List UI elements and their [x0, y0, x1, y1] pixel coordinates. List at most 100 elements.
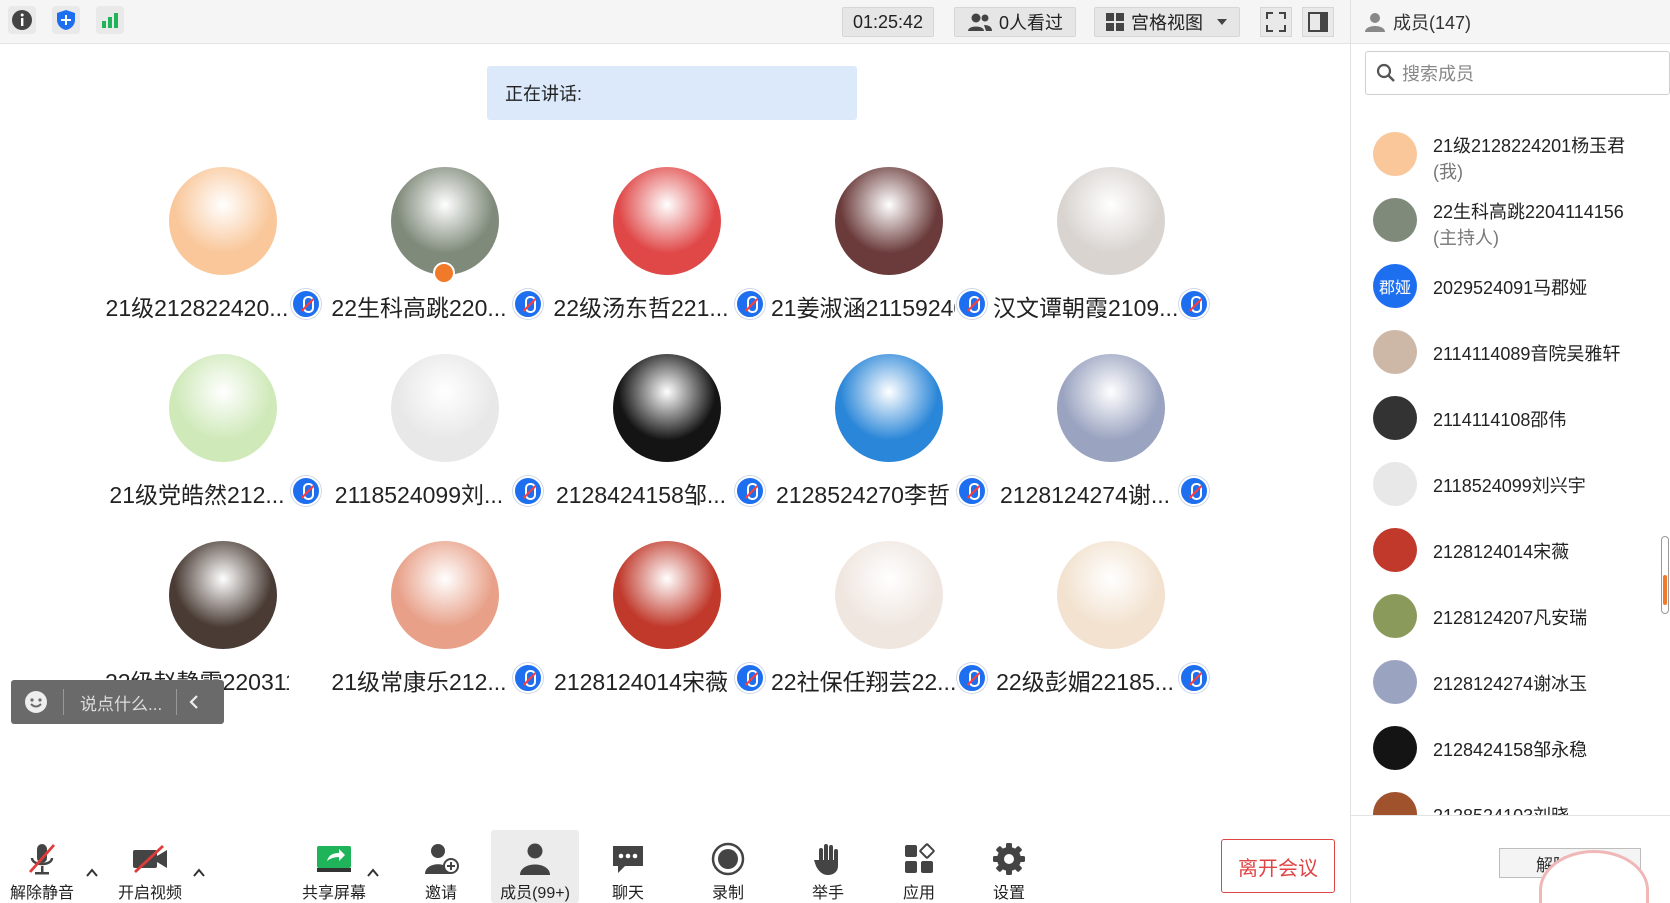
sidebar-toggle-icon[interactable] — [1302, 7, 1334, 37]
bottom-toolbar: 解除静音 开启视频 共享屏幕 邀请 成员(99+) 聊天 录制 举手 应用 设置… — [0, 830, 1350, 903]
unmute-button[interactable]: 解除静音 — [0, 830, 84, 903]
participant-name: 22社保任翔芸22... — [771, 669, 955, 695]
chat-bubble-icon — [608, 840, 648, 877]
meeting-app: 01:25:42 0人看过 宫格视图 正在讲话: 21级212822420...… — [0, 0, 1670, 903]
speaking-indicator: 正在讲话: — [487, 66, 857, 120]
participant-name: 21级党皓然212... — [109, 482, 285, 508]
participant-tile[interactable]: 汉文谭朝霞2109... — [993, 167, 1223, 337]
record-button[interactable]: 录制 — [693, 830, 763, 903]
participant-name: 22生科高跳220... — [331, 295, 507, 321]
participant-tile[interactable]: 2128424158邹... — [556, 354, 779, 524]
smile-icon[interactable] — [23, 689, 49, 715]
participant-tile[interactable]: 2118524099刘... — [335, 354, 557, 524]
member-row[interactable]: 2114114089音院吴雅轩 — [1373, 330, 1663, 390]
member-row[interactable]: 郡娅 2029524091马郡娅 — [1373, 264, 1663, 324]
raise-hand-button[interactable]: 举手 — [793, 830, 863, 903]
video-options-caret-icon[interactable] — [192, 866, 206, 880]
chat-button[interactable]: 聊天 — [593, 830, 663, 903]
member-row[interactable]: 2128124207凡安瑞 — [1373, 594, 1663, 654]
fullscreen-icon[interactable] — [1260, 7, 1292, 37]
member-avatar — [1373, 528, 1417, 572]
participant-tile[interactable]: 2128124014宋薇 — [554, 541, 779, 711]
record-icon — [708, 840, 748, 877]
member-avatar — [1373, 330, 1417, 374]
member-row[interactable]: 2128124014宋薇 — [1373, 528, 1663, 588]
mic-muted-icon — [513, 476, 543, 506]
leave-meeting-button[interactable]: 离开会议 — [1221, 839, 1335, 893]
host-badge-icon — [433, 262, 455, 284]
viewers-button[interactable]: 0人看过 — [954, 7, 1076, 37]
mic-muted-icon — [22, 840, 62, 877]
settings-label: 设置 — [992, 885, 1025, 902]
members-button[interactable]: 成员(99+) — [491, 830, 579, 903]
member-avatar — [1373, 792, 1417, 815]
participant-tile[interactable]: 22级汤东哲221... — [553, 167, 779, 337]
info-icon[interactable] — [8, 6, 36, 34]
member-name: 2118524099刘兴宇 — [1433, 476, 1586, 496]
people-icon — [967, 13, 992, 31]
participant-name: 21姜淑涵21159240... — [771, 295, 955, 321]
view-mode-label: 宫格视图 — [1131, 13, 1203, 33]
participant-tile[interactable]: 21级党皓然212... — [109, 354, 335, 524]
participant-tile[interactable]: 22级彭媚22185... — [996, 541, 1223, 711]
participant-tile[interactable]: 2128524270李哲 — [776, 354, 1001, 524]
members-icon — [515, 840, 555, 877]
member-name: 2029524091马郡娅 — [1433, 278, 1588, 298]
hand-icon — [808, 840, 848, 877]
apps-icon — [899, 840, 939, 877]
chat-quick-input[interactable]: 说点什么... — [11, 680, 224, 724]
participant-avatar — [1057, 354, 1165, 462]
unmute-label: 解除静音 — [9, 885, 74, 902]
mic-muted-icon — [513, 663, 543, 693]
start-video-label: 开启视频 — [117, 885, 182, 902]
chat-divider-2 — [176, 689, 178, 715]
apps-button[interactable]: 应用 — [884, 830, 954, 903]
share-options-caret-icon[interactable] — [366, 866, 380, 880]
participant-avatar — [391, 354, 499, 462]
member-row[interactable]: 2118524099刘兴宇 — [1373, 462, 1663, 522]
participant-tile[interactable]: 21级常康乐212... — [331, 541, 557, 711]
mic-muted-icon — [957, 663, 987, 693]
view-mode-dropdown[interactable]: 宫格视图 — [1094, 7, 1240, 37]
member-row[interactable]: 2128524103刘晓 — [1373, 792, 1663, 815]
mic-muted-icon — [291, 289, 321, 319]
member-row[interactable]: 2128424158邹永稳 — [1373, 726, 1663, 786]
participant-tile[interactable]: 21级212822420... — [106, 167, 335, 337]
participant-tile[interactable]: 2128124274谢... — [1000, 354, 1223, 524]
settings-button[interactable]: 设置 — [974, 830, 1044, 903]
member-name: 2128124207凡安瑞 — [1433, 608, 1588, 628]
member-row[interactable]: 2114114108邵伟 — [1373, 396, 1663, 456]
shield-icon[interactable] — [52, 6, 80, 34]
grid-icon — [1106, 13, 1124, 31]
signal-icon[interactable] — [96, 6, 124, 34]
member-row[interactable]: 2128124274谢冰玉 — [1373, 660, 1663, 720]
participant-avatar — [169, 167, 277, 275]
participant-name: 22级汤东哲221... — [553, 295, 729, 321]
member-row[interactable]: 21级2128224201杨玉君 (我) — [1373, 132, 1663, 192]
scrollbar-thumb[interactable] — [1663, 575, 1667, 605]
members-panel-footer: 解除静音 — [1351, 815, 1670, 903]
participant-tile[interactable]: 22社保任翔芸22... — [771, 541, 1001, 711]
member-role: (主持人) — [1433, 228, 1499, 248]
mic-muted-icon — [1179, 663, 1209, 693]
chat-placeholder[interactable]: 说点什么... — [80, 690, 162, 715]
member-name: 2128424158邹永稳 — [1433, 740, 1588, 760]
audio-options-caret-icon[interactable] — [85, 866, 99, 880]
mic-muted-icon — [735, 476, 765, 506]
raise-hand-label: 举手 — [811, 885, 844, 902]
member-list-scrollbar[interactable] — [1661, 536, 1669, 614]
mic-muted-icon — [735, 289, 765, 319]
participant-name: 2128424158邹... — [555, 482, 727, 508]
member-role: (我) — [1433, 162, 1463, 182]
invite-button[interactable]: 邀请 — [406, 830, 476, 903]
participant-tile[interactable]: 21姜淑涵21159240... — [771, 167, 1001, 337]
collapse-chevron-icon[interactable] — [187, 694, 201, 710]
member-avatar — [1373, 660, 1417, 704]
member-avatar — [1373, 462, 1417, 506]
participant-tile[interactable]: 22生科高跳220... — [331, 167, 557, 337]
member-row[interactable]: 22生科高跳2204114156 (主持人) — [1373, 198, 1663, 258]
mic-muted-icon — [1179, 476, 1209, 506]
participant-avatar — [613, 354, 721, 462]
add-user-icon — [421, 840, 461, 877]
start-video-button[interactable]: 开启视频 — [108, 830, 192, 903]
